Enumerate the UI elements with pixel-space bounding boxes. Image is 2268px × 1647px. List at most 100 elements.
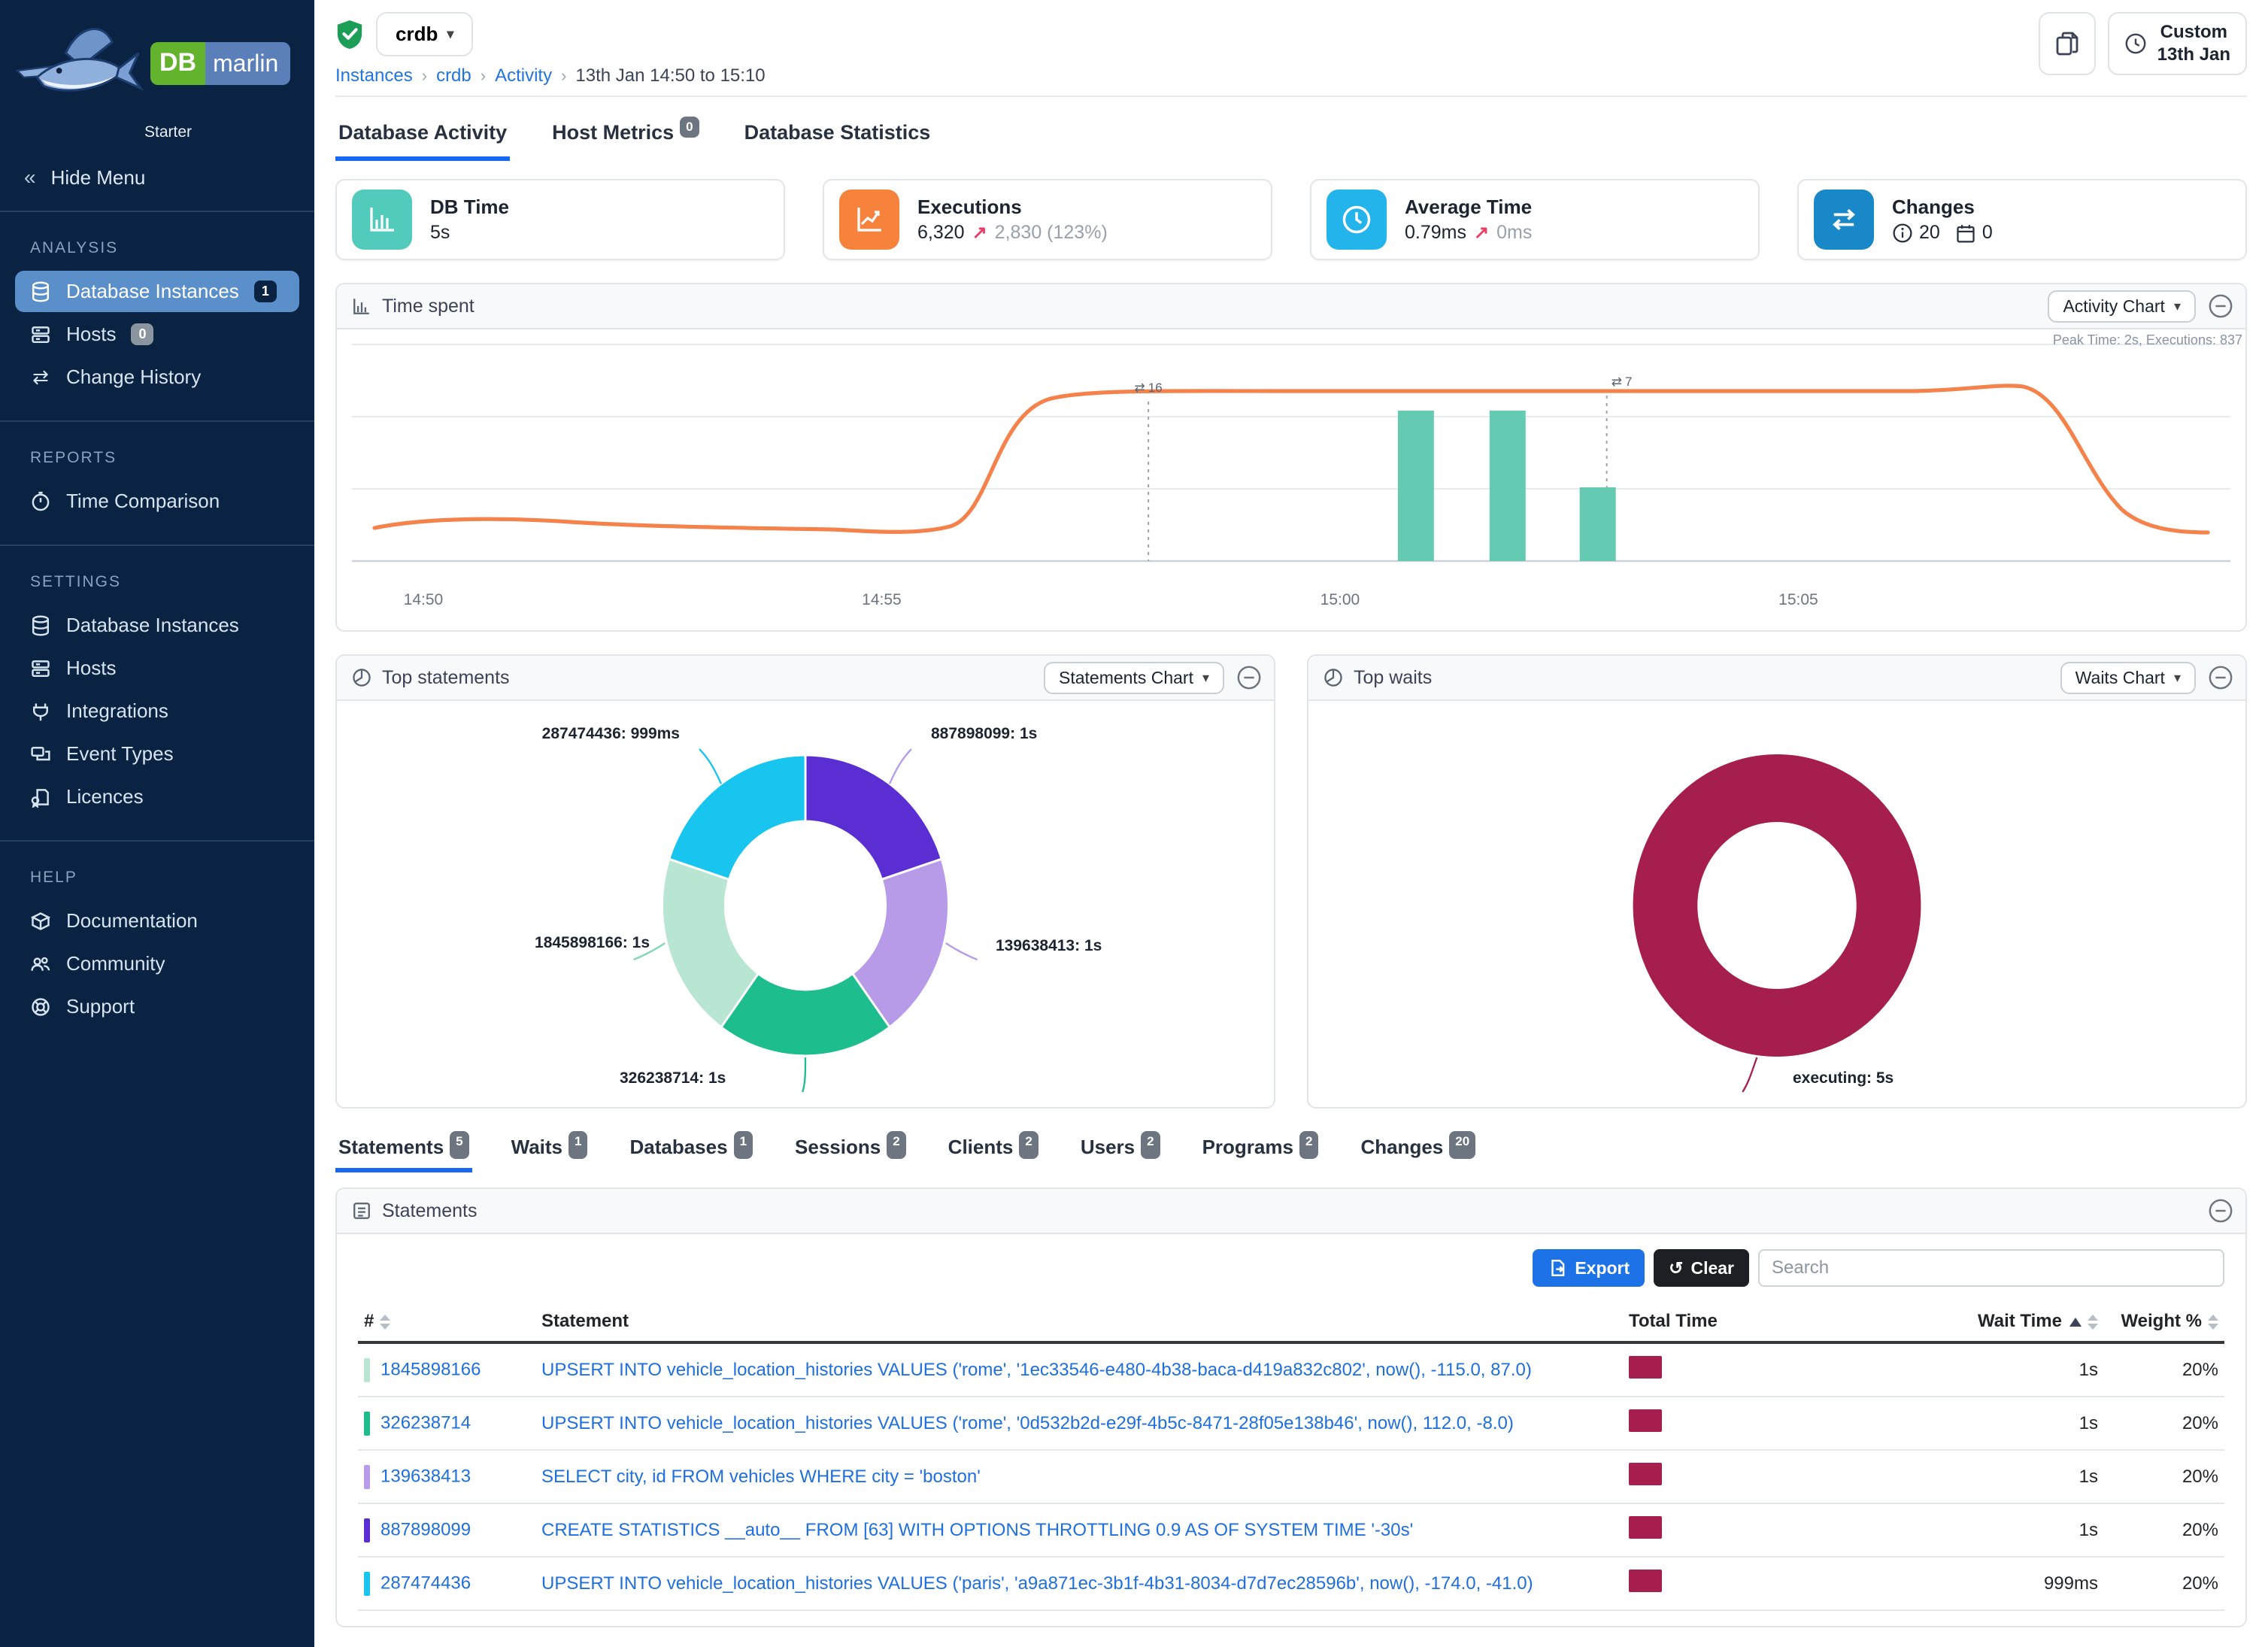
sidebar-item-community[interactable]: Community — [15, 943, 299, 984]
clear-button[interactable]: ↺ Clear — [1654, 1249, 1749, 1287]
pie-chart-icon — [352, 668, 371, 687]
app: DBmarlin Starter « Hide Menu ANALYSIS Da… — [0, 0, 2268, 1647]
activity-chart-selector[interactable]: Activity Chart ▾ — [2048, 290, 2196, 323]
tab-statements[interactable]: Statements 5 — [335, 1133, 472, 1172]
collapse-panel-button[interactable] — [2208, 1198, 2233, 1224]
tab-label: Clients — [948, 1136, 1014, 1159]
sidebar-item-integrations[interactable]: Integrations — [15, 690, 299, 732]
sidebar-item-label: Time Comparison — [66, 490, 220, 513]
statement-id-link[interactable]: 139638413 — [381, 1466, 471, 1486]
breadcrumb-crdb[interactable]: crdb — [436, 65, 471, 86]
kpi-value: 6,320 — [917, 222, 965, 244]
statement-id-link[interactable]: 887898099 — [381, 1519, 471, 1539]
sidebar: DBmarlin Starter « Hide Menu ANALYSIS Da… — [0, 0, 314, 1647]
time-range-button[interactable]: Custom 13th Jan — [2108, 12, 2247, 75]
hide-menu-label: Hide Menu — [51, 166, 146, 190]
tab-database-statistics[interactable]: Database Statistics — [741, 112, 934, 161]
column-header-weight[interactable]: Weight % — [2104, 1302, 2224, 1342]
tab-changes[interactable]: Changes 20 — [1357, 1133, 1478, 1172]
sidebar-item-database-instances-settings[interactable]: Database Instances — [15, 605, 299, 646]
sidebar-item-event-types[interactable]: Event Types — [15, 733, 299, 775]
statements-chart-selector[interactable]: Statements Chart ▾ — [1044, 662, 1224, 694]
statement-link[interactable]: UPSERT INTO vehicle_location_histories V… — [541, 1573, 1533, 1594]
nav-section-title: REPORTS — [12, 437, 302, 479]
column-header-num[interactable]: # — [358, 1302, 535, 1342]
top-statements-card: Top statements Statements Chart ▾ — [335, 654, 1275, 1109]
table-row: 1845898166 UPSERT INTO vehicle_location_… — [358, 1342, 2224, 1397]
statements-donut-chart[interactable]: 287474436: 999ms 887898099: 1s 184589816… — [337, 701, 1274, 1107]
collapse-panel-button[interactable] — [2208, 665, 2233, 690]
top-waits-header: Top waits Waits Chart ▾ — [1308, 656, 2245, 701]
total-time-bar — [1629, 1356, 1662, 1379]
statement-id-link[interactable]: 326238714 — [381, 1412, 471, 1433]
breadcrumb-instances[interactable]: Instances — [335, 65, 413, 86]
statement-id-link[interactable]: 287474436 — [381, 1573, 471, 1593]
statement-link[interactable]: CREATE STATISTICS __auto__ FROM [63] WIT… — [541, 1520, 1413, 1540]
tab-databases[interactable]: Databases 1 — [626, 1133, 756, 1172]
tab-host-metrics[interactable]: Host Metrics 0 — [549, 112, 702, 161]
chart-annotations: ⇄ 16 ⇄ 7 — [352, 335, 2230, 588]
tab-database-activity[interactable]: Database Activity — [335, 112, 510, 161]
sidebar-item-time-comparison[interactable]: Time Comparison — [15, 481, 299, 522]
event-types-icon — [30, 744, 51, 765]
collapse-panel-button[interactable] — [2208, 293, 2233, 319]
sidebar-item-support[interactable]: Support — [15, 986, 299, 1027]
changes-info-count: 20 — [1919, 222, 1940, 244]
topbar: crdb ▾ Instances › crdb › Activity › 13t… — [335, 0, 2247, 97]
sidebar-item-database-instances[interactable]: Database Instances 1 — [15, 271, 299, 312]
brand-logo: DBmarlin Starter — [0, 0, 314, 144]
community-icon — [30, 954, 51, 975]
breadcrumb-activity[interactable]: Activity — [495, 65, 552, 86]
statements-toolbar: Export ↺ Clear — [337, 1234, 2245, 1299]
collapse-panel-button[interactable] — [1236, 665, 1262, 690]
tab-users[interactable]: Users 2 — [1078, 1133, 1163, 1172]
export-button[interactable]: Export — [1533, 1249, 1645, 1287]
change-annotation[interactable]: ⇄ 7 — [1612, 375, 1633, 390]
nav-section-title: SETTINGS — [12, 561, 302, 603]
statement-id-link[interactable]: 1845898166 — [381, 1359, 481, 1379]
hide-menu-button[interactable]: « Hide Menu — [0, 144, 314, 212]
waits-chart-selector[interactable]: Waits Chart ▾ — [2060, 662, 2196, 694]
statement-link[interactable]: UPSERT INTO vehicle_location_histories V… — [541, 1360, 1532, 1380]
change-annotation[interactable]: ⇄ 16 — [1135, 381, 1163, 396]
search-input[interactable] — [1758, 1249, 2224, 1287]
sidebar-item-documentation[interactable]: Documentation — [15, 900, 299, 942]
chevron-down-icon: ▾ — [2174, 670, 2181, 686]
trend-up-icon: ↗ — [1474, 222, 1489, 244]
tab-waits[interactable]: Waits 1 — [508, 1133, 591, 1172]
tab-clients[interactable]: Clients 2 — [945, 1133, 1042, 1172]
sidebar-item-change-history[interactable]: ⇄ Change History — [15, 356, 299, 398]
column-header-statement[interactable]: Statement — [535, 1302, 1623, 1342]
tab-label: Sessions — [795, 1136, 881, 1159]
statement-link[interactable]: UPSERT INTO vehicle_location_histories V… — [541, 1413, 1514, 1433]
item-count-badge: 0 — [131, 323, 153, 345]
time-spent-chart[interactable]: Peak Time: 2s, Executions: 837 ⇄ — [337, 329, 2245, 630]
sidebar-item-hosts-settings[interactable]: Hosts — [15, 648, 299, 689]
x-tick: 15:00 — [1320, 591, 1360, 609]
sidebar-item-licences[interactable]: Licences — [15, 776, 299, 817]
line-chart-icon — [839, 190, 899, 250]
instance-selector[interactable]: crdb ▾ — [376, 12, 473, 56]
clear-icon: ↺ — [1669, 1258, 1683, 1278]
tab-count-badge: 0 — [680, 117, 699, 138]
plug-icon — [30, 701, 51, 722]
server-icon — [30, 658, 51, 679]
waits-donut-chart[interactable]: executing: 5s — [1308, 701, 2245, 1107]
statements-panel: Statements Export ↺ Clear — [335, 1187, 2247, 1627]
sidebar-item-hosts[interactable]: Hosts 0 — [15, 314, 299, 355]
column-header-wait-time[interactable]: Wait Time — [1788, 1302, 2104, 1342]
kpi-value: 5s — [430, 222, 450, 244]
copy-link-button[interactable] — [2039, 12, 2096, 75]
kpi-db-time: DB Time 5s — [335, 179, 785, 260]
sort-up-icon — [2069, 1318, 2082, 1327]
tab-programs[interactable]: Programs 2 — [1199, 1133, 1322, 1172]
statement-color-chip — [364, 1572, 370, 1596]
card-title: Top statements — [382, 667, 510, 689]
table-row: 326238714 UPSERT INTO vehicle_location_h… — [358, 1397, 2224, 1450]
column-header-total-time[interactable]: Total Time — [1623, 1302, 1788, 1342]
sidebar-item-label: Integrations — [66, 699, 168, 723]
statement-link[interactable]: SELECT city, id FROM vehicles WHERE city… — [541, 1467, 981, 1487]
sidebar-item-label: Database Instances — [66, 280, 239, 303]
tab-sessions[interactable]: Sessions 2 — [792, 1133, 909, 1172]
time-range-date: 13th Jan — [2157, 44, 2230, 66]
